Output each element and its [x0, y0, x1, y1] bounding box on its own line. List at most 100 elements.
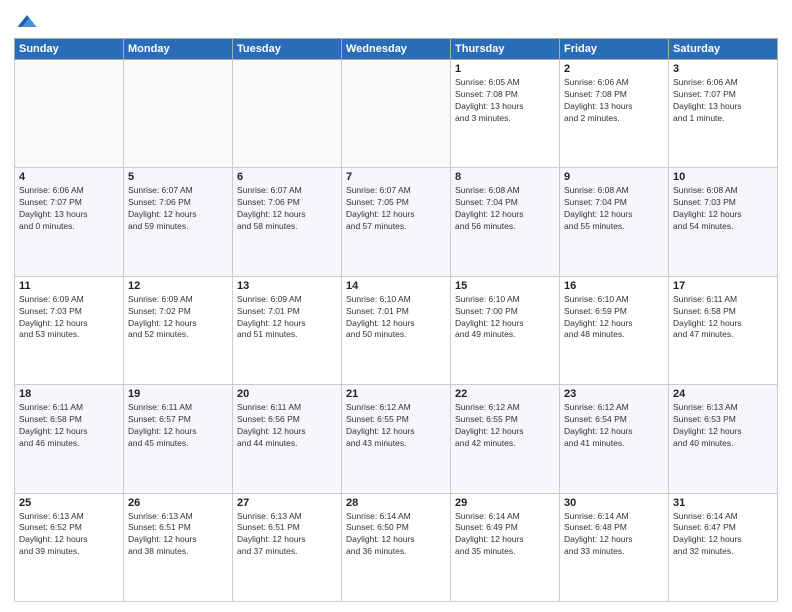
day-info: Sunrise: 6:11 AM Sunset: 6:58 PM Dayligh… [19, 402, 119, 450]
calendar-cell: 20Sunrise: 6:11 AM Sunset: 6:56 PM Dayli… [233, 385, 342, 493]
calendar-cell: 5 Sunrise: 6:07 AM Sunset: 7:06 PM Daylig… [124, 168, 233, 276]
day-number: 25 [19, 497, 119, 509]
calendar-header-saturday: Saturday [669, 39, 778, 60]
logo-area [14, 10, 38, 32]
calendar-cell: 17 Sunrise: 6:11 AM Sunset: 6:58 PM Dayli… [669, 276, 778, 384]
day-info: Sunrise: 6:10 AM Sunset: 6:59 PM Dayligh… [564, 294, 664, 342]
calendar-header-wednesday: Wednesday [342, 39, 451, 60]
calendar-cell [124, 60, 233, 168]
day-number: 12 [128, 280, 228, 292]
day-number: 9 [564, 171, 664, 183]
day-info: Sunrise: 6:08 AM Sunset: 7:03 PM Dayligh… [673, 185, 773, 233]
day-info: Sunrise: 6:10 AM Sunset: 7:00 PM Dayligh… [455, 294, 555, 342]
calendar-cell: 22Sunrise: 6:12 AM Sunset: 6:55 PM Dayli… [451, 385, 560, 493]
calendar-cell: 16 Sunrise: 6:10 AM Sunset: 6:59 PM Dayli… [560, 276, 669, 384]
calendar-week-3: 11Sunrise: 6:09 AM Sunset: 7:03 PM Dayli… [15, 276, 778, 384]
day-number: 19 [128, 388, 228, 400]
day-info: Sunrise: 6:07 AM Sunset: 7:05 PM Dayligh… [346, 185, 446, 233]
day-info: Sunrise: 6:14 AM Sunset: 6:50 PM Dayligh… [346, 511, 446, 559]
day-info: Sunrise: 6:13 AM Sunset: 6:51 PM Dayligh… [237, 511, 337, 559]
day-number: 17 [673, 280, 773, 292]
day-number: 5 [128, 171, 228, 183]
day-info: Sunrise: 6:08 AM Sunset: 7:04 PM Dayligh… [564, 185, 664, 233]
calendar-week-5: 25 Sunrise: 6:13 AM Sunset: 6:52 PM Dayli… [15, 493, 778, 601]
day-info: Sunrise: 6:14 AM Sunset: 6:47 PM Dayligh… [673, 511, 773, 559]
calendar: SundayMondayTuesdayWednesdayThursdayFrid… [14, 38, 778, 602]
day-info: Sunrise: 6:08 AM Sunset: 7:04 PM Dayligh… [455, 185, 555, 233]
calendar-cell [342, 60, 451, 168]
calendar-cell: 29Sunrise: 6:14 AM Sunset: 6:49 PM Dayli… [451, 493, 560, 601]
day-info: Sunrise: 6:12 AM Sunset: 6:55 PM Dayligh… [346, 402, 446, 450]
calendar-cell: 24 Sunrise: 6:13 AM Sunset: 6:53 PM Dayli… [669, 385, 778, 493]
day-number: 24 [673, 388, 773, 400]
calendar-header-friday: Friday [560, 39, 669, 60]
calendar-cell: 2 Sunrise: 6:06 AM Sunset: 7:08 PM Daylig… [560, 60, 669, 168]
calendar-cell: 23 Sunrise: 6:12 AM Sunset: 6:54 PM Dayli… [560, 385, 669, 493]
page: SundayMondayTuesdayWednesdayThursdayFrid… [0, 0, 792, 612]
day-number: 2 [564, 63, 664, 75]
calendar-cell: 27 Sunrise: 6:13 AM Sunset: 6:51 PM Dayli… [233, 493, 342, 601]
calendar-header-thursday: Thursday [451, 39, 560, 60]
calendar-cell: 6Sunrise: 6:07 AM Sunset: 7:06 PM Daylig… [233, 168, 342, 276]
calendar-header-row: SundayMondayTuesdayWednesdayThursdayFrid… [15, 39, 778, 60]
day-number: 16 [564, 280, 664, 292]
calendar-cell: 11Sunrise: 6:09 AM Sunset: 7:03 PM Dayli… [15, 276, 124, 384]
day-info: Sunrise: 6:05 AM Sunset: 7:08 PM Dayligh… [455, 77, 555, 125]
day-info: Sunrise: 6:06 AM Sunset: 7:07 PM Dayligh… [673, 77, 773, 125]
calendar-week-2: 4 Sunrise: 6:06 AM Sunset: 7:07 PM Daylig… [15, 168, 778, 276]
calendar-cell: 8 Sunrise: 6:08 AM Sunset: 7:04 PM Daylig… [451, 168, 560, 276]
calendar-cell: 9 Sunrise: 6:08 AM Sunset: 7:04 PM Daylig… [560, 168, 669, 276]
day-info: Sunrise: 6:06 AM Sunset: 7:08 PM Dayligh… [564, 77, 664, 125]
calendar-cell: 25 Sunrise: 6:13 AM Sunset: 6:52 PM Dayli… [15, 493, 124, 601]
day-info: Sunrise: 6:06 AM Sunset: 7:07 PM Dayligh… [19, 185, 119, 233]
calendar-header-monday: Monday [124, 39, 233, 60]
day-info: Sunrise: 6:09 AM Sunset: 7:02 PM Dayligh… [128, 294, 228, 342]
calendar-cell [15, 60, 124, 168]
logo-text [14, 10, 38, 32]
day-info: Sunrise: 6:14 AM Sunset: 6:48 PM Dayligh… [564, 511, 664, 559]
day-number: 28 [346, 497, 446, 509]
day-number: 10 [673, 171, 773, 183]
day-info: Sunrise: 6:12 AM Sunset: 6:54 PM Dayligh… [564, 402, 664, 450]
day-number: 22 [455, 388, 555, 400]
calendar-cell: 12 Sunrise: 6:09 AM Sunset: 7:02 PM Dayli… [124, 276, 233, 384]
day-number: 13 [237, 280, 337, 292]
calendar-week-4: 18 Sunrise: 6:11 AM Sunset: 6:58 PM Dayli… [15, 385, 778, 493]
calendar-header-tuesday: Tuesday [233, 39, 342, 60]
calendar-cell: 19 Sunrise: 6:11 AM Sunset: 6:57 PM Dayli… [124, 385, 233, 493]
day-info: Sunrise: 6:11 AM Sunset: 6:58 PM Dayligh… [673, 294, 773, 342]
day-info: Sunrise: 6:09 AM Sunset: 7:01 PM Dayligh… [237, 294, 337, 342]
day-number: 20 [237, 388, 337, 400]
header [14, 10, 778, 32]
day-number: 21 [346, 388, 446, 400]
day-number: 26 [128, 497, 228, 509]
day-info: Sunrise: 6:13 AM Sunset: 6:51 PM Dayligh… [128, 511, 228, 559]
day-number: 30 [564, 497, 664, 509]
calendar-header-sunday: Sunday [15, 39, 124, 60]
day-number: 4 [19, 171, 119, 183]
day-number: 27 [237, 497, 337, 509]
day-number: 18 [19, 388, 119, 400]
day-number: 11 [19, 280, 119, 292]
day-number: 15 [455, 280, 555, 292]
calendar-cell: 30 Sunrise: 6:14 AM Sunset: 6:48 PM Dayli… [560, 493, 669, 601]
day-info: Sunrise: 6:14 AM Sunset: 6:49 PM Dayligh… [455, 511, 555, 559]
calendar-cell: 15 Sunrise: 6:10 AM Sunset: 7:00 PM Dayli… [451, 276, 560, 384]
calendar-cell: 13 Sunrise: 6:09 AM Sunset: 7:01 PM Dayli… [233, 276, 342, 384]
day-number: 6 [237, 171, 337, 183]
calendar-cell: 10 Sunrise: 6:08 AM Sunset: 7:03 PM Dayli… [669, 168, 778, 276]
calendar-week-1: 1Sunrise: 6:05 AM Sunset: 7:08 PM Daylig… [15, 60, 778, 168]
day-number: 8 [455, 171, 555, 183]
day-info: Sunrise: 6:13 AM Sunset: 6:52 PM Dayligh… [19, 511, 119, 559]
day-info: Sunrise: 6:13 AM Sunset: 6:53 PM Dayligh… [673, 402, 773, 450]
day-info: Sunrise: 6:11 AM Sunset: 6:57 PM Dayligh… [128, 402, 228, 450]
day-number: 3 [673, 63, 773, 75]
day-info: Sunrise: 6:07 AM Sunset: 7:06 PM Dayligh… [128, 185, 228, 233]
calendar-cell: 21 Sunrise: 6:12 AM Sunset: 6:55 PM Dayli… [342, 385, 451, 493]
day-number: 23 [564, 388, 664, 400]
calendar-cell: 26 Sunrise: 6:13 AM Sunset: 6:51 PM Dayli… [124, 493, 233, 601]
calendar-cell: 18 Sunrise: 6:11 AM Sunset: 6:58 PM Dayli… [15, 385, 124, 493]
calendar-cell: 3 Sunrise: 6:06 AM Sunset: 7:07 PM Daylig… [669, 60, 778, 168]
day-number: 7 [346, 171, 446, 183]
day-info: Sunrise: 6:10 AM Sunset: 7:01 PM Dayligh… [346, 294, 446, 342]
